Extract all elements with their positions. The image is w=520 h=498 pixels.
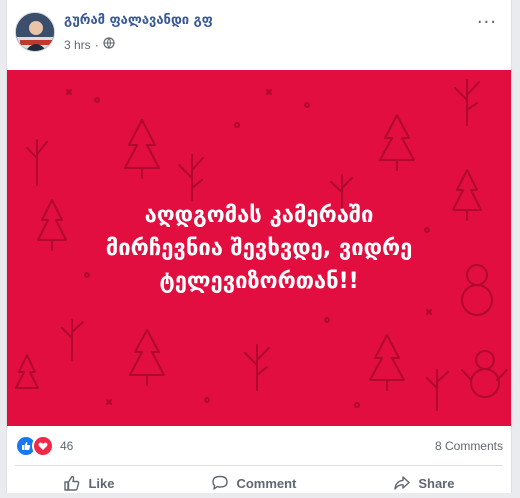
post-header: გურამ ფალავანდი გფ 3 hrs · ··· [7, 0, 511, 70]
post-image-banner[interactable]: აღდგომას კამერაში მირჩევნია შევხვდე, ვიდ… [7, 70, 511, 426]
post-actions: Like Comment Share [15, 468, 503, 498]
thumbs-up-icon [64, 475, 80, 491]
share-button[interactable]: Share [383, 470, 464, 496]
banner-line-2: მირჩევნია შევხვდე, ვიდრე [105, 235, 413, 261]
like-label: Like [88, 475, 115, 491]
post-meta: 3 hrs · [64, 37, 115, 52]
more-options-icon[interactable]: ··· [477, 12, 497, 33]
author-name[interactable]: გურამ ფალავანდი გფ [64, 13, 213, 28]
globe-icon[interactable] [103, 37, 115, 52]
share-label: Share [418, 475, 455, 491]
reaction-count[interactable]: 46 [60, 439, 73, 453]
love-icon[interactable] [32, 435, 54, 457]
comment-icon [212, 475, 229, 490]
banner-caption: აღდგომას კამერაში მირჩევნია შევხვდე, ვიდ… [7, 70, 511, 426]
meta-separator: · [94, 37, 99, 52]
avatar-image [16, 13, 54, 51]
banner-line-3: ტელევიზორთან!! [159, 268, 359, 294]
comment-label: Comment [236, 475, 297, 491]
actions-divider [15, 465, 503, 466]
banner-line-1: აღდგომას კამერაში [144, 202, 374, 228]
comments-count[interactable]: 8 Comments [435, 439, 503, 453]
reactions-bar: 46 8 Comments [15, 435, 503, 457]
post-card: გურამ ფალავანდი გფ 3 hrs · ··· აღდგომას … [6, 0, 512, 493]
author-avatar[interactable] [15, 12, 55, 52]
comment-button[interactable]: Comment [201, 470, 306, 496]
like-button[interactable]: Like [53, 470, 124, 496]
post-timestamp[interactable]: 3 hrs [64, 38, 91, 52]
reaction-icons[interactable] [15, 435, 54, 457]
share-icon [394, 476, 411, 490]
